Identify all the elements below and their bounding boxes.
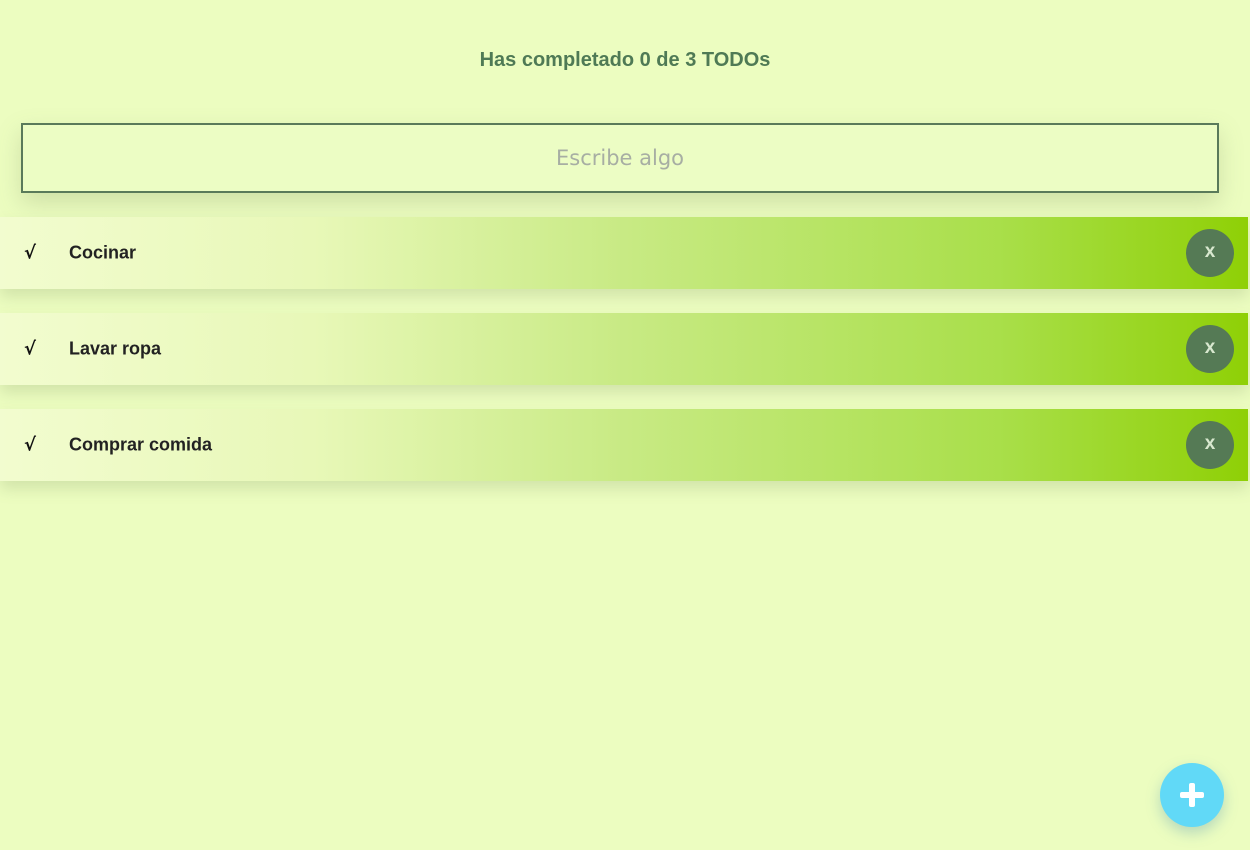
todo-app: Has completado 0 de 3 TODOs √ Cocinar x … [0, 0, 1250, 850]
todo-list: √ Cocinar x √ Lavar ropa x √ Comprar com… [0, 217, 1248, 505]
complete-check-icon[interactable]: √ [24, 339, 36, 360]
todo-text: Cocinar [69, 242, 137, 263]
todo-item: √ Lavar ropa x [0, 313, 1248, 385]
todo-input[interactable] [21, 123, 1219, 193]
delete-todo-button[interactable]: x [1186, 421, 1234, 469]
delete-todo-button[interactable]: x [1186, 229, 1234, 277]
complete-check-icon[interactable]: √ [24, 243, 36, 264]
delete-todo-button[interactable]: x [1186, 325, 1234, 373]
todo-item: √ Cocinar x [0, 217, 1248, 289]
add-todo-button[interactable] [1160, 763, 1224, 827]
todo-item: √ Comprar comida x [0, 409, 1248, 481]
todo-counter: Has completado 0 de 3 TODOs [479, 49, 771, 71]
todo-text: Lavar ropa [69, 338, 162, 359]
todo-text: Comprar comida [69, 434, 213, 455]
complete-check-icon[interactable]: √ [24, 435, 36, 456]
todo-input-wrapper [21, 123, 1219, 193]
